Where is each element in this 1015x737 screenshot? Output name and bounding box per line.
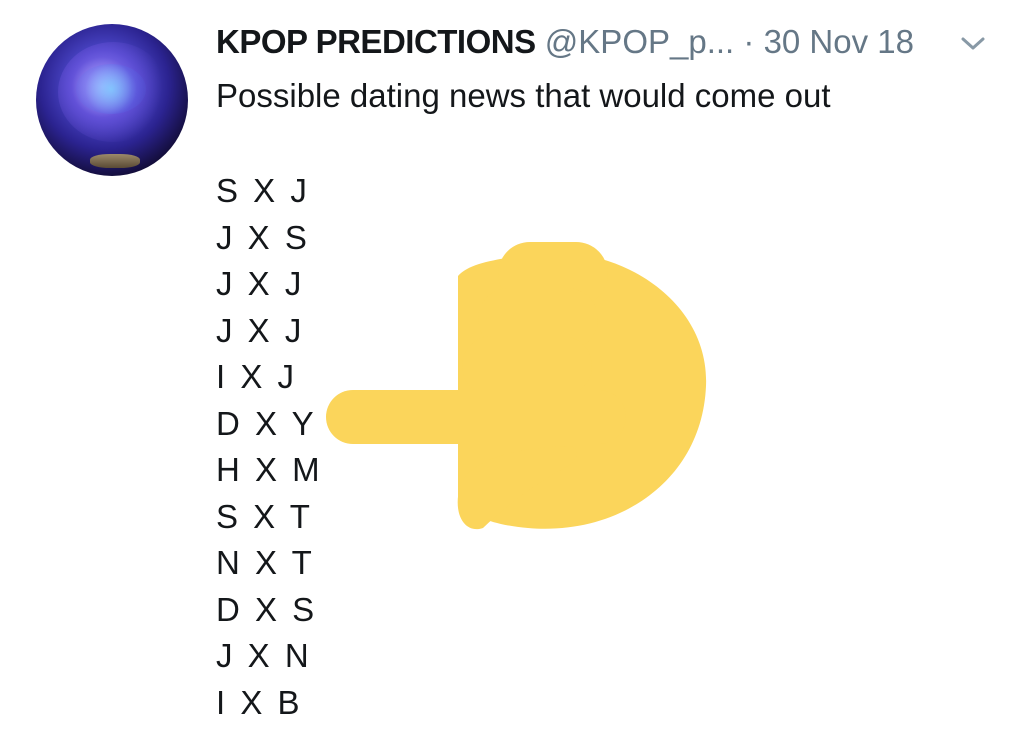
tweet-date[interactable]: 30 Nov 18 <box>764 23 914 60</box>
list-item: S X J <box>216 172 310 209</box>
pair-list: S X J J X S J X J J X J I X J D X Y H X … <box>216 168 323 726</box>
list-item: D X Y <box>216 404 317 442</box>
list-item: H X M <box>216 451 323 488</box>
list-item: S X T <box>216 497 313 535</box>
tweet-header: KPOP PREDICTIONS @KPOP_p... · 30 Nov 18 <box>216 20 996 64</box>
list-item: J X S <box>216 218 310 256</box>
list-item: I X J <box>216 358 298 395</box>
list-item: J X N <box>216 637 312 674</box>
author-handle[interactable]: @KPOP_p... <box>545 23 734 60</box>
crystal-ball-cloud <box>76 64 146 114</box>
avatar[interactable] <box>36 24 188 176</box>
list-item: J X J <box>216 311 305 349</box>
separator: · <box>743 23 755 60</box>
chevron-down-icon[interactable] <box>958 32 988 54</box>
list-item: J X J <box>216 265 305 302</box>
list-item: N X T <box>216 544 315 581</box>
list-item: D X S <box>216 590 318 628</box>
tweet: KPOP PREDICTIONS @KPOP_p... · 30 Nov 18 … <box>0 0 1015 737</box>
tweet-text: Possible dating news that would come out <box>216 77 831 114</box>
pointing-left-hand-icon <box>326 242 707 530</box>
list-item: I X B <box>216 683 303 721</box>
crystal-ball-base <box>90 154 140 168</box>
author-name[interactable]: KPOP PREDICTIONS <box>216 23 536 60</box>
